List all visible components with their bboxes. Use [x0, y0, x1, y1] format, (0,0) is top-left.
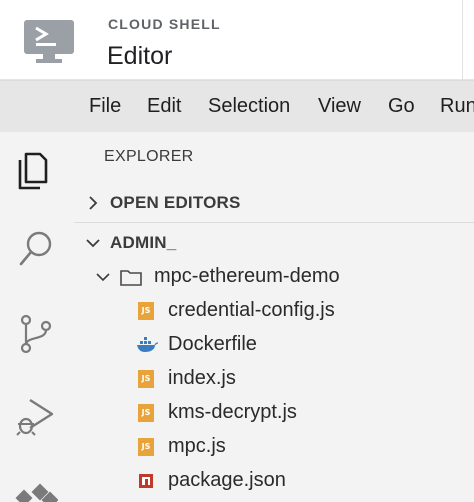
menu-selection[interactable]: Selection [208, 95, 290, 118]
source-control-icon[interactable] [14, 312, 58, 356]
section-divider [74, 222, 474, 223]
header-divider [462, 0, 463, 80]
file-row[interactable]: JS kms-decrypt.js [74, 396, 474, 430]
js-file-icon: JS [138, 438, 154, 456]
menu-file[interactable]: File [89, 95, 121, 118]
file-name: Dockerfile [168, 333, 257, 355]
file-name: mpc.js [168, 435, 226, 457]
product-title: Editor [107, 42, 173, 70]
docker-icon [137, 337, 158, 352]
menu-edit[interactable]: Edit [147, 95, 181, 118]
js-file-icon: JS [138, 370, 154, 388]
open-editors-section[interactable]: OPEN EDITORS [74, 184, 474, 222]
extensions-icon[interactable] [14, 482, 58, 502]
run-debug-icon[interactable] [14, 394, 58, 438]
chevron-right-icon [89, 196, 98, 210]
npm-icon [139, 474, 153, 488]
terminal-monitor-icon [22, 18, 78, 64]
menu-view[interactable]: View [318, 95, 361, 118]
workspace-label: ADMIN_ [110, 233, 177, 252]
file-row[interactable]: JS index.js [74, 362, 474, 396]
file-name: package.json [168, 469, 286, 491]
menu-bar: File Edit Selection View Go Run [0, 80, 474, 132]
explorer-title: EXPLORER [104, 148, 194, 165]
menu-run[interactable]: Run [440, 95, 474, 118]
js-file-icon: JS [138, 404, 154, 422]
chevron-down-icon [86, 239, 100, 248]
file-row[interactable]: JS mpc.js [74, 430, 474, 464]
search-icon[interactable] [14, 228, 58, 272]
file-row[interactable]: Dockerfile [74, 328, 474, 362]
file-row[interactable]: package.json [74, 464, 474, 498]
workspace-section[interactable]: ADMIN_ [74, 224, 474, 262]
folder-name: mpc-ethereum-demo [154, 265, 340, 287]
brand-label: CLOUD SHELL [108, 16, 221, 32]
explorer-panel: EXPLORER OPEN EDITORS ADMIN_ mpc-ethereu… [74, 132, 474, 502]
folder-row[interactable]: mpc-ethereum-demo [74, 260, 474, 294]
js-file-icon: JS [138, 302, 154, 320]
activity-bar [0, 132, 74, 502]
file-name: index.js [168, 367, 236, 389]
menu-go[interactable]: Go [388, 95, 415, 118]
file-name: credential-config.js [168, 299, 335, 321]
explorer-icon[interactable] [14, 148, 58, 192]
open-editors-label: OPEN EDITORS [110, 193, 241, 212]
file-name: kms-decrypt.js [168, 401, 297, 423]
file-row[interactable]: JS credential-config.js [74, 294, 474, 328]
folder-icon [120, 270, 142, 286]
chevron-down-icon [96, 273, 110, 282]
app-header: CLOUD SHELL Editor [0, 0, 474, 80]
